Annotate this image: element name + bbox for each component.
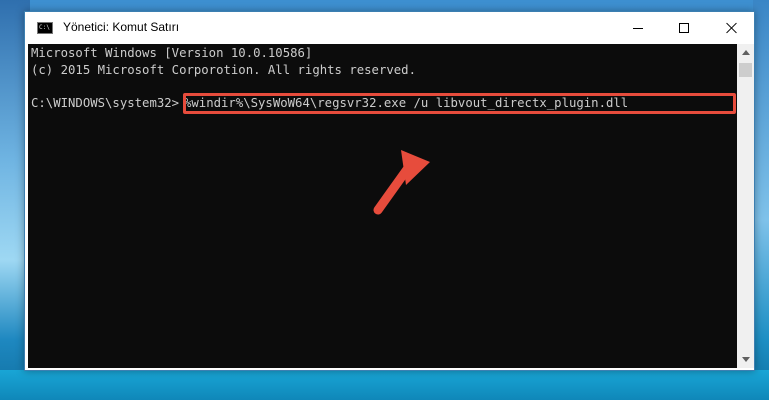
minimize-button[interactable]	[615, 12, 661, 44]
scroll-down-icon	[741, 357, 750, 362]
minimize-icon	[633, 27, 643, 29]
desktop-background-right	[753, 0, 769, 400]
title-bar[interactable]: Yönetici: Komut Satırı	[25, 12, 754, 44]
close-icon	[726, 22, 738, 34]
close-button[interactable]	[709, 12, 755, 44]
desktop-background-bottom	[0, 370, 769, 400]
console-line-copyright: (c) 2015 Microsoft Corporotion. All righ…	[31, 63, 416, 77]
scroll-up-icon	[741, 50, 750, 55]
scroll-thumb[interactable]	[739, 63, 752, 77]
command-highlight-box	[183, 93, 736, 114]
window-title: Yönetici: Komut Satırı	[63, 20, 180, 34]
arrow-up-icon	[373, 150, 430, 215]
cmd-icon[interactable]	[37, 22, 53, 34]
command-prompt-window: Yönetici: Komut Satırı Microsoft Windows…	[24, 11, 755, 371]
console-line-version: Microsoft Windows [Version 10.0.10586]	[31, 46, 313, 60]
scroll-up-button[interactable]	[737, 44, 754, 61]
console-output[interactable]: Microsoft Windows [Version 10.0.10586] (…	[28, 44, 737, 368]
console-prompt: C:\WINDOWS\system32>	[31, 96, 180, 110]
maximize-button[interactable]	[661, 12, 707, 44]
scroll-down-button[interactable]	[737, 351, 754, 368]
vertical-scrollbar[interactable]	[737, 44, 754, 368]
maximize-icon	[679, 23, 689, 33]
